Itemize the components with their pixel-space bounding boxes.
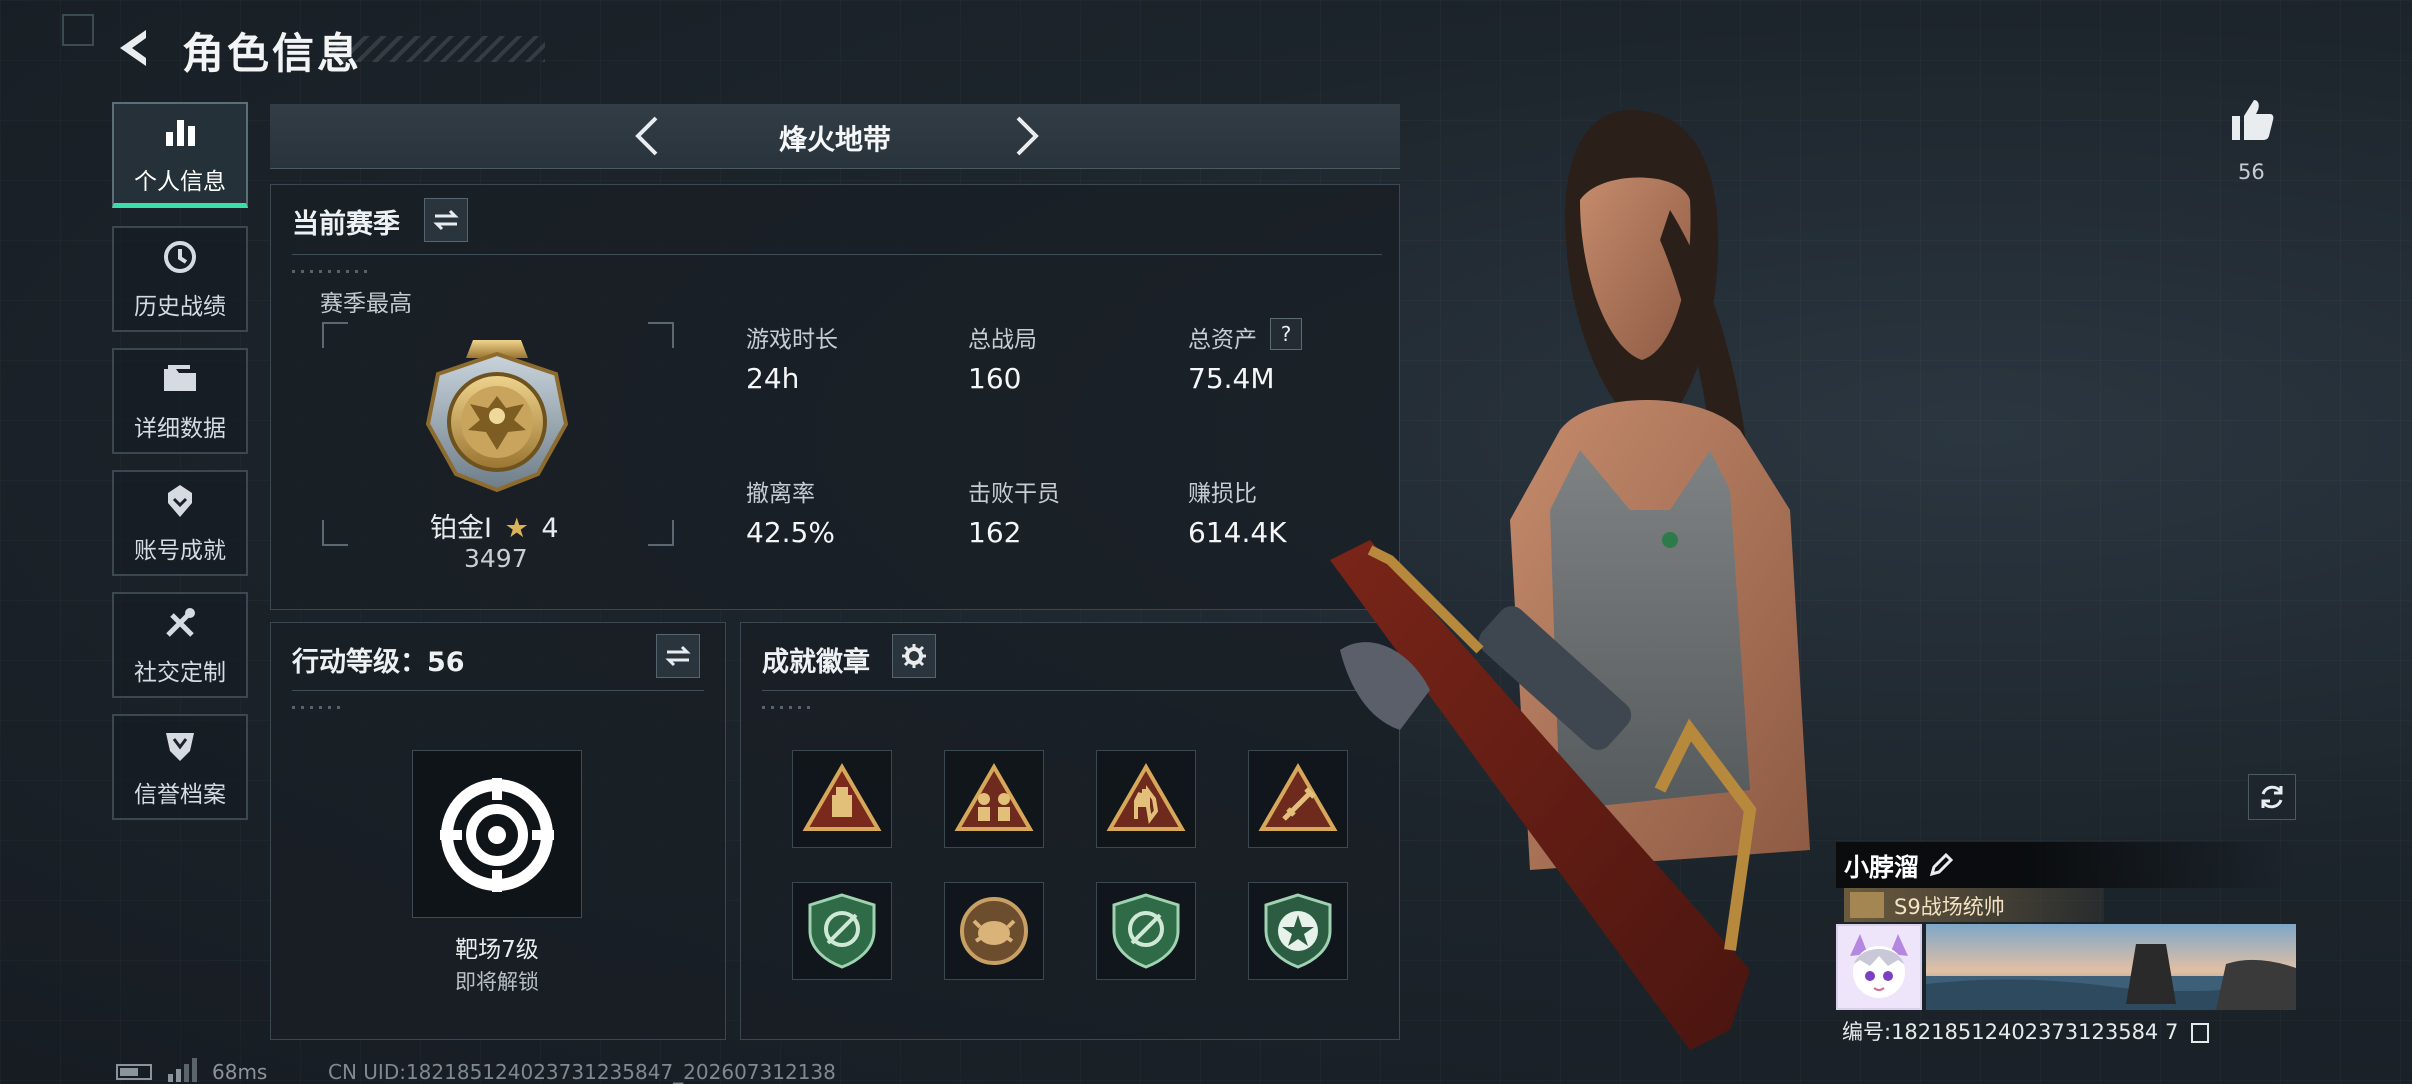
stat-label-total-matches: 总战局	[968, 327, 1037, 353]
refresh-icon	[2261, 785, 2283, 809]
stat-value-total-assets: 75.4M	[1188, 362, 1275, 395]
target-range-level: 靶场7级	[455, 937, 539, 963]
rank-score: 3497	[464, 544, 528, 573]
player-title: S9战场统帅	[1894, 895, 2005, 919]
achievement-badge[interactable]	[944, 750, 1044, 848]
gear-icon	[902, 644, 926, 668]
chevron-right-icon[interactable]	[1004, 112, 1048, 160]
switch-season-button[interactable]	[424, 198, 468, 242]
sidebar-item-achievements[interactable]: 账号成就	[112, 470, 248, 576]
divider	[292, 690, 704, 691]
green-shield-badge-icon	[1112, 893, 1180, 969]
stat-label-operators-killed: 击败干员	[968, 481, 1060, 507]
sidebar-item-personal-info[interactable]: 个人信息	[112, 102, 248, 208]
ping-value: 68ms	[212, 1060, 268, 1084]
anime-avatar-icon	[1838, 926, 1920, 1008]
battery-icon	[116, 1064, 152, 1080]
triangle-hand-badge-icon	[1106, 763, 1186, 831]
platinum-rank-emblem	[425, 340, 569, 493]
dots-decoration	[292, 270, 372, 273]
thumbs-up-icon[interactable]	[2228, 96, 2276, 144]
sidebar-item-label: 账号成就	[134, 538, 226, 564]
stat-label-profit-loss-ratio: 赚损比	[1188, 481, 1257, 507]
history-clock-icon	[164, 241, 196, 273]
green-star-badge-icon	[1264, 893, 1332, 969]
folder-icon	[164, 365, 196, 391]
sidebar-item-label: 历史战绩	[134, 294, 226, 320]
swap-arrows-icon	[665, 645, 691, 667]
star-icon: ★	[504, 513, 529, 544]
stat-value-playtime: 24h	[746, 362, 800, 395]
target-icon	[440, 778, 554, 892]
achievement-badge[interactable]	[792, 882, 892, 980]
edit-pencil-icon[interactable]	[1928, 852, 1954, 878]
sidebar-item-social-custom[interactable]: 社交定制	[112, 592, 248, 698]
avatar[interactable]	[1836, 924, 1922, 1010]
map-name: 烽火地带	[778, 123, 891, 156]
player-name: 小脖溜	[1844, 853, 1920, 882]
tools-icon	[166, 608, 195, 637]
stat-value-extract-rate: 42.5%	[746, 516, 835, 549]
rank-name: 铂金Ⅰ ★ 4	[430, 513, 559, 544]
stat-value-operators-killed: 162	[968, 516, 1022, 549]
frame-corner	[322, 520, 348, 546]
stat-value-total-matches: 160	[968, 362, 1022, 395]
map-selector: 烽火地带	[270, 104, 1400, 169]
title-decoration	[330, 36, 545, 62]
divider	[762, 690, 1378, 691]
achievement-badge[interactable]	[1096, 750, 1196, 848]
triangle-sword-badge-icon	[1258, 763, 1338, 831]
dots-decoration	[292, 706, 346, 709]
sidebar-item-label: 个人信息	[134, 168, 226, 195]
copy-icon[interactable]	[2191, 1023, 2210, 1043]
bronze-crab-badge-icon	[960, 897, 1028, 965]
frame-corner	[322, 322, 348, 348]
signal-bars-icon	[168, 1058, 197, 1082]
swap-arrows-icon	[433, 209, 459, 231]
achievement-badge[interactable]	[944, 882, 1044, 980]
cn-uid: CN UID:182185124023731235847_20260731213…	[328, 1060, 836, 1084]
achievement-badge[interactable]	[792, 750, 892, 848]
triangle-supply-badge-icon	[802, 763, 882, 831]
frame-corner	[648, 520, 674, 546]
profile-banner	[1926, 924, 2296, 1010]
like-count: 56	[2238, 160, 2265, 184]
banner-image	[1926, 924, 2296, 1010]
achievements-settings-button[interactable]	[892, 634, 936, 678]
sidebar-item-detailed-data[interactable]: 详细数据	[112, 348, 248, 454]
triangle-soldiers-badge-icon	[954, 763, 1034, 831]
title-band: S9战场统帅	[1844, 888, 2104, 922]
sidebar-item-label: 详细数据	[134, 416, 226, 442]
achievement-badge-icon	[168, 485, 192, 517]
player-card: 小脖溜 S9战场统帅	[1836, 842, 2296, 1032]
stat-label-extract-rate: 撤离率	[746, 481, 815, 507]
target-range-status: 即将解锁	[455, 970, 539, 994]
stat-label-total-assets: 总资产	[1188, 327, 1257, 353]
season-best-label: 赛季最高	[320, 291, 412, 317]
player-id: 编号:18218512402373123584 7	[1842, 1016, 2210, 1046]
stat-value-profit-loss-ratio: 614.4K	[1188, 516, 1287, 549]
dots-decoration	[762, 706, 816, 709]
sidebar-item-label: 信誉档案	[134, 782, 226, 808]
shield-emblem-icon	[166, 733, 194, 761]
divider	[292, 254, 1382, 255]
bar-chart-icon	[166, 119, 195, 146]
help-icon[interactable]: ?	[1270, 318, 1302, 350]
back-arrow-icon[interactable]	[112, 24, 160, 72]
achievements-title: 成就徽章	[762, 647, 870, 678]
frame-corner	[648, 322, 674, 348]
title-emblem-icon	[1850, 892, 1884, 918]
corner-decoration	[62, 14, 94, 46]
sidebar-item-label: 社交定制	[134, 660, 226, 686]
sidebar-item-history[interactable]: 历史战绩	[112, 226, 248, 332]
switch-action-button[interactable]	[656, 634, 700, 678]
achievement-badge[interactable]	[1096, 882, 1196, 980]
action-level-title: 行动等级：56	[292, 647, 465, 678]
green-shield-badge-icon	[808, 893, 876, 969]
refresh-button[interactable]	[2248, 774, 2296, 820]
season-panel-title: 当前赛季	[292, 209, 400, 240]
stat-label-playtime: 游戏时长	[746, 327, 838, 353]
sidebar-item-reputation[interactable]: 信誉档案	[112, 714, 248, 820]
